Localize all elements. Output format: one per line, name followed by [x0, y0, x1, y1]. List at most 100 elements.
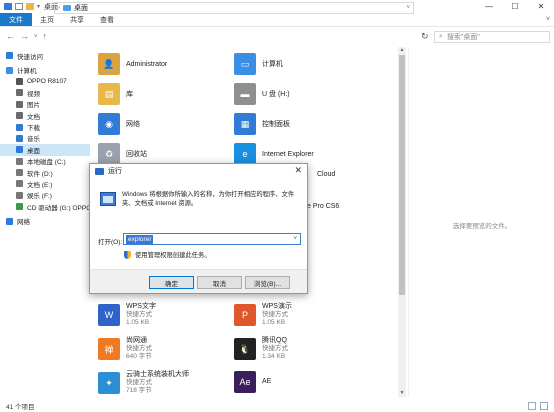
- nav-item-2[interactable]: OPPO R8107: [0, 76, 90, 87]
- scroll-down-icon[interactable]: ▼: [398, 390, 406, 397]
- partial-item-pro-cs6[interactable]: e Pro CS6: [307, 203, 339, 210]
- desktop-item[interactable]: 👤 Administrator: [98, 53, 167, 75]
- combo-dropdown-icon[interactable]: ˅: [293, 236, 297, 242]
- search-icon: ⌕: [439, 33, 443, 40]
- nav-item-label: 图片: [27, 102, 40, 110]
- run-icon: [95, 167, 104, 175]
- ae-icon: Ae: [234, 371, 256, 393]
- run-dialog-titlebar: 运行: [90, 164, 307, 178]
- window-controls: — ☐ ✕: [476, 0, 554, 13]
- ok-button[interactable]: 确定: [149, 276, 194, 289]
- nav-item-label: 音乐: [27, 136, 40, 144]
- item-count: 41 个项目: [6, 404, 35, 411]
- desktop-item[interactable]: ▬ U 盘 (H:): [234, 83, 290, 105]
- desktop-item[interactable]: e Internet Explorer: [234, 143, 314, 165]
- nav-item-3[interactable]: 视频: [0, 87, 90, 98]
- properties-icon[interactable]: [15, 3, 23, 10]
- nav-item-label: 桌面: [27, 147, 40, 155]
- shortcut-item[interactable]: 🐧 腾讯QQ 快捷方式 1.34 KB: [234, 337, 288, 361]
- details-view-icon[interactable]: [528, 402, 536, 410]
- item-size: 718 字节: [126, 387, 152, 394]
- partial-item-cloud[interactable]: Cloud: [317, 171, 335, 178]
- nav-item-13[interactable]: CD 驱动器 (G:) OPPO: [0, 201, 90, 212]
- computer-icon: ▭: [234, 53, 256, 75]
- scroll-up-icon[interactable]: ▲: [398, 47, 406, 54]
- run-dialog-title: 运行: [108, 168, 122, 175]
- item-type: 快捷方式: [126, 345, 152, 352]
- desktop-item[interactable]: ▦ 控制面板: [234, 113, 290, 135]
- scroll-thumb[interactable]: [399, 55, 405, 295]
- document-icon: [16, 112, 23, 120]
- item-meta: WPS演示 快捷方式 1.05 KB: [262, 303, 292, 327]
- ribbon-expand-icon[interactable]: ˅: [546, 16, 550, 23]
- run-close-button[interactable]: ✕: [294, 165, 302, 176]
- shortcut-item[interactable]: ✦ 云骑士系统装机大师 快捷方式 718 字节: [98, 371, 189, 395]
- vertical-scrollbar[interactable]: ▲ ▼: [398, 47, 406, 397]
- nav-item-12[interactable]: 娱乐 (F:): [0, 190, 90, 201]
- back-button[interactable]: ←: [6, 31, 15, 43]
- nav-item-5[interactable]: 文档: [0, 110, 90, 121]
- control-panel-icon: ▦: [234, 113, 256, 135]
- nav-buttons: ← → ˅ ↑: [0, 31, 52, 43]
- nav-item-label: 文档: [27, 113, 40, 121]
- cancel-button[interactable]: 取消: [197, 276, 242, 289]
- item-type: 快捷方式: [126, 311, 152, 318]
- open-combobox[interactable]: explorer ˅: [123, 233, 301, 245]
- nav-item-label: 下载: [27, 125, 40, 133]
- shortcut-item[interactable]: W WPS文字 快捷方式 1.05 KB: [98, 303, 156, 327]
- tab-view[interactable]: 查看: [92, 13, 122, 26]
- tab-file[interactable]: 文件: [0, 13, 32, 26]
- shortcut-item[interactable]: 禅尚网通 快捷方式 640 字节: [98, 337, 152, 361]
- address-dropdown-icon[interactable]: ˅: [406, 5, 410, 11]
- customize-arrow-icon[interactable]: ▾: [37, 3, 40, 10]
- close-button[interactable]: ✕: [528, 0, 554, 13]
- item-meta: 云骑士系统装机大师 快捷方式 718 字节: [126, 371, 189, 395]
- nav-item-6[interactable]: 下载: [0, 121, 90, 132]
- forward-button[interactable]: →: [20, 31, 29, 43]
- large-icons-view-icon[interactable]: [540, 402, 548, 410]
- nav-item-label: 软件 (D:): [27, 170, 53, 178]
- tab-share[interactable]: 共享: [62, 13, 92, 26]
- nav-item-9[interactable]: 本地磁盘 (C:): [0, 156, 90, 167]
- shortcut-item[interactable]: P WPS演示 快捷方式 1.05 KB: [234, 303, 292, 327]
- tab-home[interactable]: 主页: [32, 13, 62, 26]
- nav-item-1[interactable]: 计算机: [0, 64, 90, 75]
- nav-item-7[interactable]: 音乐: [0, 133, 90, 144]
- up-button[interactable]: ↑: [43, 31, 48, 43]
- breadcrumb-desktop[interactable]: 桌面: [74, 3, 88, 13]
- item-name: 尚网通: [126, 337, 147, 344]
- recent-locations-icon[interactable]: ˅: [34, 31, 38, 43]
- nav-item-14[interactable]: 网络: [0, 215, 90, 226]
- item-meta: 腾讯QQ 快捷方式 1.34 KB: [262, 337, 288, 361]
- address-bar[interactable]: › 桌面 ˅: [54, 2, 414, 14]
- item-name: 云骑士系统装机大师: [126, 371, 189, 378]
- nav-item-11[interactable]: 文档 (E:): [0, 178, 90, 189]
- open-input-value[interactable]: explorer: [126, 234, 154, 244]
- desktop-item[interactable]: ♻ 回收站: [98, 143, 147, 165]
- wps-writer-icon: W: [98, 304, 120, 326]
- minimize-button[interactable]: —: [476, 0, 502, 13]
- file-explorer-window: ▾ 桌面 — ☐ ✕ 文件 主页 共享 查看 ˅ ← → ˅ ↑ › 桌面 ˅ …: [0, 0, 554, 412]
- nav-item-4[interactable]: 图片: [0, 99, 90, 110]
- refresh-button[interactable]: ↻: [421, 31, 429, 42]
- preview-message: 选择要预览的文件。: [452, 223, 512, 230]
- maximize-button[interactable]: ☐: [502, 0, 528, 13]
- nav-item-8[interactable]: 桌面: [0, 144, 90, 156]
- run-dialog: 运行 ✕ Windows 将根据你所输入的名称，为你打开相应的程序、文件夹、文档…: [89, 163, 308, 294]
- shortcut-item[interactable]: Ae AE: [234, 371, 271, 393]
- run-dialog-body: Windows 将根据你所输入的名称，为你打开相应的程序、文件夹、文档或 Int…: [90, 178, 307, 271]
- nav-item-label: CD 驱动器 (G:) OPPO: [27, 204, 90, 212]
- desktop-item[interactable]: ◉ 网络: [98, 113, 140, 135]
- qq-icon: 🐧: [234, 338, 256, 360]
- desktop-item[interactable]: ▤ 库: [98, 83, 133, 105]
- item-type: 快捷方式: [262, 311, 288, 318]
- search-box[interactable]: ⌕ 搜索"桌面": [434, 31, 550, 43]
- breadcrumb-chevron-icon[interactable]: ›: [58, 5, 60, 11]
- recycle-bin-icon: ♻: [98, 143, 120, 165]
- desktop-item[interactable]: ▭ 计算机: [234, 53, 283, 75]
- nav-item-10[interactable]: 软件 (D:): [0, 167, 90, 178]
- browse-button[interactable]: 浏览(B)...: [245, 276, 290, 289]
- ie-icon: e: [234, 143, 256, 165]
- nav-item-0[interactable]: 快速访问: [0, 50, 90, 61]
- new-folder-icon[interactable]: [26, 3, 34, 10]
